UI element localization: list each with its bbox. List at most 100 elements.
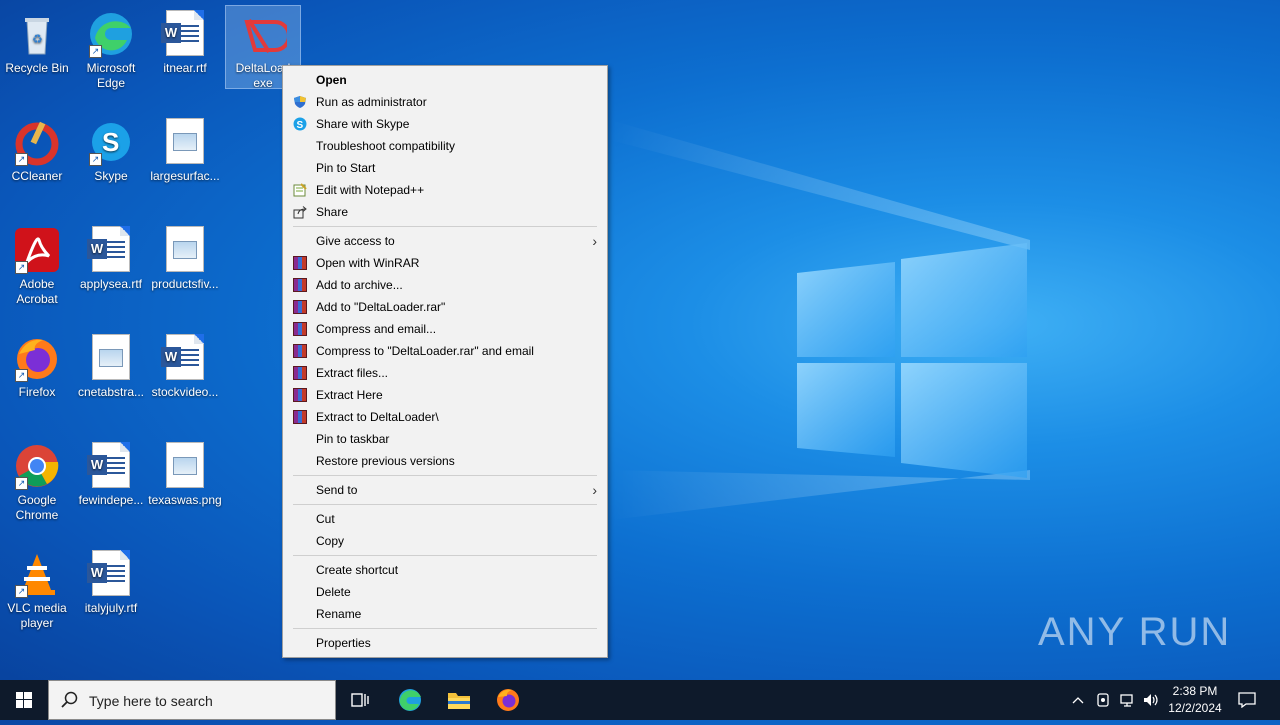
tray-volume-button[interactable] (1140, 680, 1162, 720)
windows-logo-icon (16, 692, 32, 708)
desktop-icon-stockvideo[interactable]: W stockvideo... (148, 330, 222, 400)
menu-item-delete[interactable]: Delete (283, 581, 607, 603)
taskbar-search-box[interactable] (48, 680, 336, 720)
firefox-icon (497, 689, 519, 711)
skype-icon: S (293, 117, 307, 131)
menu-item-label: Properties (316, 636, 371, 650)
taskbar-firefox-button[interactable] (484, 680, 532, 720)
shortcut-arrow-icon: ↗ (15, 585, 28, 598)
desktop-icon-itnear-rtf[interactable]: W itnear.rtf (148, 6, 222, 76)
tray-device-button[interactable] (1092, 680, 1114, 720)
desktop-icon-label: Microsoft Edge (86, 61, 136, 90)
tray-network-button[interactable] (1116, 680, 1138, 720)
menu-separator (293, 475, 597, 476)
menu-item-extract-to-deltaloader[interactable]: Extract to DeltaLoader\ (283, 406, 607, 428)
menu-item-label: Cut (316, 512, 335, 526)
start-button[interactable] (0, 680, 48, 720)
menu-item-label: Add to "DeltaLoader.rar" (316, 300, 446, 314)
show-hidden-icons-button[interactable] (1068, 680, 1088, 720)
desktop-icon-label: largesurfac... (150, 169, 220, 183)
desktop-icon-largesurfac[interactable]: largesurfac... (148, 114, 222, 184)
desktop-icon-microsoft-edge[interactable]: ↗ Microsoft Edge (74, 6, 148, 91)
notifications-button[interactable] (1232, 680, 1262, 720)
menu-item-label: Create shortcut (316, 563, 399, 577)
menu-item-open[interactable]: Open (283, 69, 607, 91)
menu-item-extract-files[interactable]: Extract files... (283, 362, 607, 384)
desktop-icon-label: itnear.rtf (163, 61, 207, 75)
image-document-icon (161, 226, 209, 274)
notepad-plus-plus-icon (293, 183, 307, 197)
menu-item-share[interactable]: Share (283, 201, 607, 223)
menu-item-label: Edit with Notepad++ (316, 183, 425, 197)
menu-item-give-access-to[interactable]: Give access to › (283, 230, 607, 252)
menu-item-label: Run as administrator (316, 95, 427, 109)
winrar-icon (293, 366, 307, 380)
menu-separator (293, 628, 597, 629)
menu-item-create-shortcut[interactable]: Create shortcut (283, 559, 607, 581)
menu-item-copy[interactable]: Copy (283, 530, 607, 552)
menu-item-send-to[interactable]: Send to › (283, 479, 607, 501)
desktop-icon-label: texaswas.png (148, 493, 222, 507)
menu-item-pin-to-start[interactable]: Pin to Start (283, 157, 607, 179)
menu-item-rename[interactable]: Rename (283, 603, 607, 625)
winrar-icon (293, 256, 307, 270)
desktop-icon-texaswas-png[interactable]: texaswas.png (148, 438, 222, 508)
search-icon (61, 691, 78, 708)
menu-item-troubleshoot-compatibility[interactable]: Troubleshoot compatibility (283, 135, 607, 157)
menu-item-label: Copy (316, 534, 345, 548)
desktop-icon-skype[interactable]: S ↗ Skype (74, 114, 148, 184)
chevron-right-icon: › (592, 482, 597, 498)
clock-time: 2:38 PM (1172, 684, 1218, 698)
taskbar-file-explorer-button[interactable] (435, 680, 483, 720)
desktop-icon-recycle-bin[interactable]: ♻ Recycle Bin (0, 6, 74, 76)
desktop-icon-label: Skype (94, 169, 128, 183)
desktop-icon-label: productsfiv... (151, 277, 219, 291)
word-document-icon: W (87, 442, 135, 490)
menu-item-label: Extract Here (316, 388, 383, 402)
desktop-icon-label: fewindepe... (78, 493, 144, 507)
winrar-icon (293, 410, 307, 424)
anyrun-watermark: ANY RUN (1038, 610, 1232, 654)
ccleaner-icon: ↗ (13, 118, 61, 166)
menu-item-label: Rename (316, 607, 362, 621)
shortcut-arrow-icon: ↗ (15, 477, 28, 490)
taskbar-clock[interactable]: 2:38 PM 12/2/2024 (1162, 683, 1228, 717)
menu-item-restore-previous-versions[interactable]: Restore previous versions (283, 450, 607, 472)
menu-item-share-with-skype[interactable]: S Share with Skype (283, 113, 607, 135)
image-document-icon (161, 118, 209, 166)
menu-separator (293, 226, 597, 227)
menu-item-add-to-deltaloader-rar[interactable]: Add to "DeltaLoader.rar" (283, 296, 607, 318)
menu-item-compress-and-email[interactable]: Compress and email... (283, 318, 607, 340)
desktop-icon-google-chrome[interactable]: ↗ Google Chrome (0, 438, 74, 523)
desktop-icon-ccleaner[interactable]: ↗ CCleaner (0, 114, 74, 184)
desktop-icon-label: Firefox (18, 385, 56, 399)
desktop-icon-applysea-rtf[interactable]: W applysea.rtf (74, 222, 148, 292)
taskbar-edge-button[interactable] (386, 680, 434, 720)
word-document-icon: W (161, 10, 209, 58)
menu-item-extract-here[interactable]: Extract Here (283, 384, 607, 406)
menu-item-edit-with-notepad-plus-plus[interactable]: Edit with Notepad++ (283, 179, 607, 201)
menu-item-properties[interactable]: Properties (283, 632, 607, 654)
desktop-icon-adobe-acrobat[interactable]: ↗ Adobe Acrobat (0, 222, 74, 307)
desktop-icon-italyjuly-rtf[interactable]: W italyjuly.rtf (74, 546, 148, 616)
skype-icon: S ↗ (87, 118, 135, 166)
menu-item-cut[interactable]: Cut (283, 508, 607, 530)
menu-item-run-as-administrator[interactable]: Run as administrator (283, 91, 607, 113)
winrar-icon (293, 388, 307, 402)
desktop-icon-label: Adobe Acrobat (16, 277, 58, 306)
menu-item-pin-to-taskbar[interactable]: Pin to taskbar (283, 428, 607, 450)
desktop-icon-productsfiv[interactable]: productsfiv... (148, 222, 222, 292)
desktop-icon-cnetabstra[interactable]: cnetabstra... (74, 330, 148, 400)
menu-separator (293, 504, 597, 505)
menu-item-add-to-archive[interactable]: Add to archive... (283, 274, 607, 296)
menu-item-label: Share (316, 205, 349, 219)
menu-item-open-with-winrar[interactable]: Open with WinRAR (283, 252, 607, 274)
desktop-icon-fewindepe[interactable]: W fewindepe... (74, 438, 148, 508)
menu-item-compress-to-rar-and-email[interactable]: Compress to "DeltaLoader.rar" and email (283, 340, 607, 362)
search-input[interactable] (87, 690, 331, 712)
deltaloader-icon (239, 10, 291, 58)
desktop-icon-firefox[interactable]: ↗ Firefox (0, 330, 74, 400)
desktop-icon-vlc-media-player[interactable]: ↗ VLC media player (0, 546, 74, 631)
desktop-icon-label: VLC media player (7, 601, 67, 630)
task-view-button[interactable] (336, 680, 384, 720)
